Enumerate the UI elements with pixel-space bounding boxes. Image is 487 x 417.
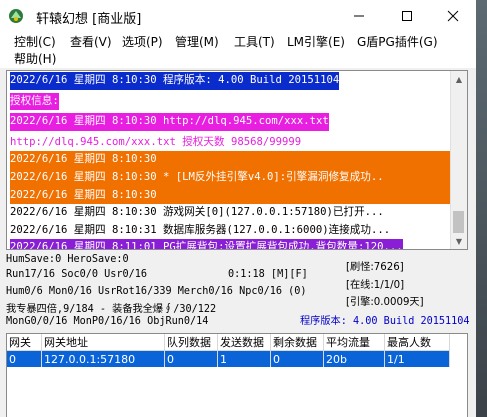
stat-timer: 0:1:18 [M][F] xyxy=(228,269,308,280)
maximize-icon xyxy=(402,11,412,21)
log-line: 2022/6/16 星期四 8:11:01 PG扩展背包:设置扩展背包成功,背包… xyxy=(10,239,403,249)
table-row[interactable]: 0 127.0.0.1:57180 0 1 0 20b 1/1 xyxy=(7,350,450,367)
cell-sent: 1 xyxy=(217,350,271,367)
log-line: 2022/6/16 星期四 8:10:31 数据库服务器(127.0.0.1:6… xyxy=(10,223,391,236)
log-panel[interactable]: 2022/6/16 星期四 8:10:30 程序版本: 4.00 Build 2… xyxy=(6,70,468,250)
cell-queue: 0 xyxy=(164,350,218,367)
col-remaining[interactable]: 剩余数据 xyxy=(270,334,324,351)
cell-traffic: 20b xyxy=(323,350,385,367)
scroll-up-icon[interactable]: ▲ xyxy=(451,71,467,87)
col-traffic[interactable]: 平均流量 xyxy=(323,334,385,351)
scroll-down-icon[interactable]: ▼ xyxy=(451,233,467,249)
log-line: 2022/6/16 星期四 8:10:30 游戏网关[0](127.0.0.1:… xyxy=(10,206,384,219)
col-max-users[interactable]: 最高人数 xyxy=(384,334,450,351)
col-sent[interactable]: 发送数据 xyxy=(217,334,271,351)
stat-save: HumSave:0 HeroSave:0 xyxy=(6,254,129,265)
stat-hum: Hum0/6 Mon0/16 UsrRot16/339 Merch0/16 Np… xyxy=(6,286,307,297)
menu-options[interactable]: 选项(P) xyxy=(122,34,163,50)
menu-view[interactable]: 查看(V) xyxy=(70,34,112,50)
cell-address: 127.0.0.1:57180 xyxy=(41,350,165,367)
log-line: 2022/6/16 星期四 8:10:30 程序版本: 4.00 Build 2… xyxy=(10,72,340,90)
refresh-count: [刷怪:7626] xyxy=(346,262,404,273)
log-line: 2022/6/16 星期四 8:10:30 xyxy=(10,151,450,169)
log-line: 2022/6/16 星期四 8:10:30 http://dlq.945.com… xyxy=(10,113,329,131)
cell-remaining: 0 xyxy=(270,350,324,367)
stat-mon: MonG0/0/16 MonP0/16/16 ObjRun0/14 xyxy=(6,316,209,327)
maximize-button[interactable] xyxy=(384,0,430,32)
menu-lm-engine[interactable]: LM引擎(E) xyxy=(287,34,345,50)
gateway-table[interactable]: 网关 网关地址 队列数据 发送数据 剩余数据 平均流量 最高人数 0 127.0… xyxy=(6,333,468,417)
log-list: 2022/6/16 星期四 8:10:30 程序版本: 4.00 Build 2… xyxy=(10,72,450,249)
menu-tools[interactable]: 工具(T) xyxy=(234,34,275,50)
minimize-button[interactable] xyxy=(336,0,382,32)
menu-bar: 控制(C) 查看(V) 选项(P) 管理(M) 工具(T) LM引擎(E) G盾… xyxy=(0,32,476,68)
program-version: 程序版本: 4.00 Build 20151104 xyxy=(300,316,470,327)
cell-max-users: 1/1 xyxy=(384,350,450,367)
window-title: 轩辕幻想 [商业版] xyxy=(36,12,142,27)
stat-run: Run17/16 Soc0/0 Usr0/16 xyxy=(6,269,148,280)
menu-help[interactable]: 帮助(H) xyxy=(14,51,56,67)
main-window: 轩辕幻想 [商业版] 控制(C) 查看(V) 选项(P) 管理(M) 工具(T)… xyxy=(0,0,476,417)
log-scrollbar[interactable]: ▲ ▼ xyxy=(450,71,467,249)
title-bar[interactable]: 轩辕幻想 [商业版] xyxy=(0,0,476,32)
stat-drop: 我专暴四倍,9/184 - 装备我全爆∮/30/122 xyxy=(6,304,217,315)
online-count: [在线:1/1/0] xyxy=(346,280,405,291)
col-address[interactable]: 网关地址 xyxy=(41,334,165,351)
log-line: 2022/6/16 星期四 8:10:30 xyxy=(10,186,450,205)
log-line: 授权信息: xyxy=(10,92,59,111)
app-icon xyxy=(8,8,24,24)
menu-gdun-plugin[interactable]: G盾PG插件(G) xyxy=(357,34,438,50)
log-line: 2022/6/16 星期四 8:10:30 * [LM反外挂引擎v4.0]:引擎… xyxy=(10,168,450,187)
col-gateway[interactable]: 网关 xyxy=(7,334,42,351)
close-icon xyxy=(447,10,459,22)
minimize-icon xyxy=(354,15,364,17)
scroll-thumb[interactable] xyxy=(453,211,464,233)
log-line: http://dlq.945.com/xxx.txt 授权天数 98568/99… xyxy=(10,135,302,148)
menu-manage[interactable]: 管理(M) xyxy=(175,34,219,50)
close-button[interactable] xyxy=(430,0,476,32)
cell-gateway: 0 xyxy=(7,350,42,367)
engine-days: [引擎:0.0009天] xyxy=(346,297,424,308)
desktop-background xyxy=(476,0,487,417)
menu-control[interactable]: 控制(C) xyxy=(14,34,56,50)
col-queue[interactable]: 队列数据 xyxy=(164,334,218,351)
